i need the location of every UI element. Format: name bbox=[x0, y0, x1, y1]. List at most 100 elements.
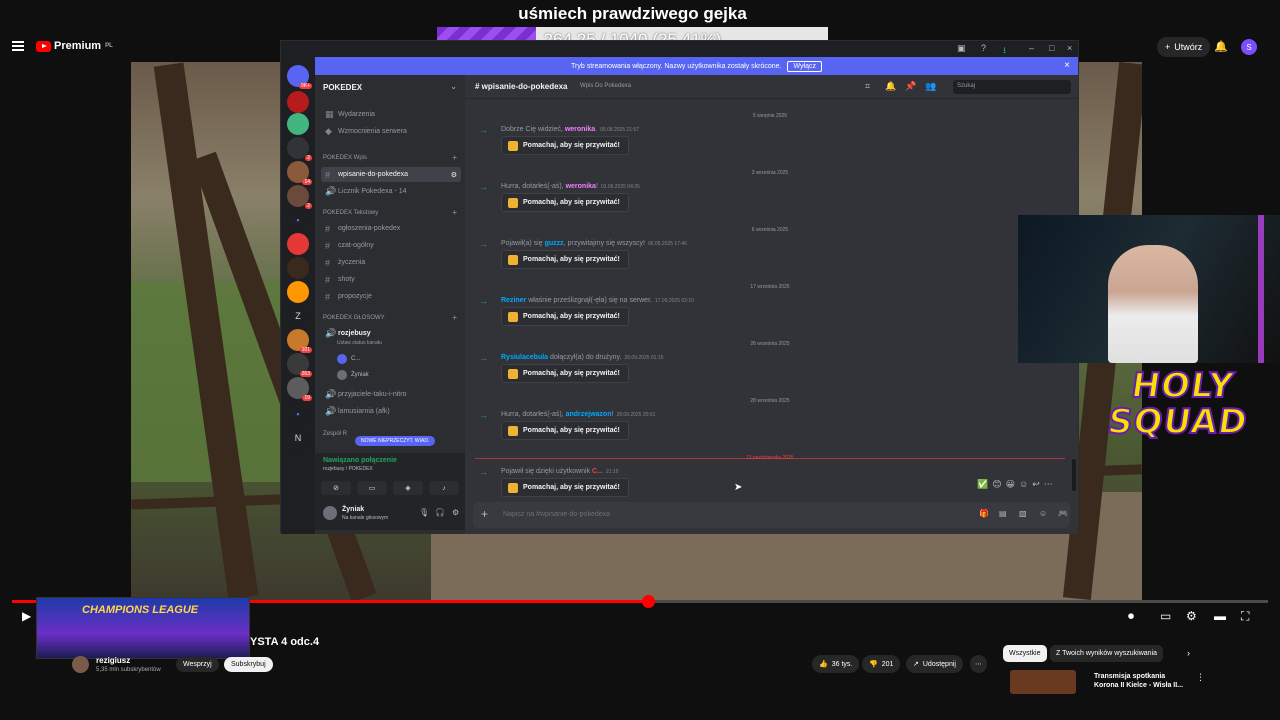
channel-name[interactable]: rezigiusz bbox=[96, 656, 130, 665]
server-icon[interactable]: 2 bbox=[287, 137, 312, 161]
search-input[interactable]: Szukaj bbox=[953, 80, 1071, 94]
youtube-logo[interactable]: Premium PL bbox=[36, 40, 113, 52]
disable-streamer-mode-button[interactable]: Wyłącz bbox=[787, 60, 822, 72]
mic-icon[interactable]: 🎙 bbox=[419, 508, 429, 517]
emoji-icon[interactable]: ☺ bbox=[1039, 509, 1047, 518]
pin-icon[interactable]: 📌 bbox=[905, 81, 916, 92]
settings-icon[interactable]: ⚙ bbox=[1186, 609, 1197, 623]
wave-button[interactable]: Pomachaj, aby się przywitać! bbox=[501, 421, 629, 440]
menu-icon[interactable] bbox=[12, 41, 24, 51]
members-icon[interactable]: 👥 bbox=[925, 81, 936, 92]
message-username[interactable]: andrzejwazon bbox=[566, 411, 612, 418]
wave-button[interactable]: Pomachaj, aby się przywitać! bbox=[501, 364, 629, 383]
category-wpis[interactable]: POKEDEX Wpis bbox=[323, 155, 367, 161]
new-unread-pill[interactable]: NOWE NIEPRZECZYT. WIAD. bbox=[355, 436, 436, 446]
server-icon[interactable] bbox=[287, 257, 309, 279]
sidebar-item-boosts[interactable]: ◆ Wzmocnienia serwera bbox=[321, 124, 461, 139]
server-icon[interactable] bbox=[287, 281, 309, 303]
wave-button[interactable]: Pomachaj, aby się przywitać! bbox=[501, 307, 629, 326]
server-n-icon[interactable]: N bbox=[287, 427, 309, 449]
threads-icon[interactable]: ⌗ bbox=[865, 81, 870, 92]
sidebar-item-events[interactable]: ▦ Wydarzenia bbox=[321, 107, 461, 122]
create-button[interactable]: + Utwórz bbox=[1157, 37, 1211, 57]
category-tekstowy[interactable]: POKEDEX Tekstowy bbox=[323, 210, 378, 216]
chip-from-search[interactable]: Z Twoich wyników wyszukiwania bbox=[1050, 645, 1164, 662]
channel-zyczenia[interactable]: # życzenia bbox=[321, 255, 461, 270]
dislike-button[interactable]: 👎 201 bbox=[862, 655, 901, 673]
camera-off-icon[interactable]: ⊘ bbox=[321, 481, 351, 495]
folder-icon[interactable]: ▪ bbox=[287, 209, 309, 231]
server-icon[interactable]: 19 bbox=[287, 377, 312, 401]
channel-czat[interactable]: # czat-ogólny bbox=[321, 238, 461, 253]
play-icon[interactable]: ▶ bbox=[22, 609, 31, 623]
wave-button[interactable]: Pomachaj, aby się przywitać! bbox=[501, 250, 629, 269]
reply-icon[interactable]: ↩ bbox=[1032, 479, 1040, 490]
wave-button[interactable]: Pomachaj, aby się przywitać! bbox=[501, 193, 629, 212]
account-avatar[interactable]: S bbox=[1241, 39, 1257, 55]
soundboard-icon[interactable]: ♪ bbox=[429, 481, 459, 495]
message-username[interactable]: C... bbox=[592, 468, 603, 475]
add-channel-icon[interactable]: + bbox=[452, 153, 457, 162]
help-icon[interactable]: ? bbox=[981, 43, 986, 53]
message-composer[interactable]: + Napisz na #wpisanie-do-pokedexa 🎁 ▤ ▧ … bbox=[473, 502, 1070, 528]
add-reaction-icon[interactable]: ☺ bbox=[1019, 479, 1028, 490]
server-icon[interactable] bbox=[287, 113, 309, 135]
voice-user[interactable]: C... bbox=[337, 354, 360, 364]
share-button[interactable]: ↗ Udostępnij bbox=[906, 655, 963, 673]
add-channel-icon[interactable]: + bbox=[452, 208, 457, 217]
gear-icon[interactable]: ⚙ bbox=[452, 508, 459, 517]
scrollbar[interactable] bbox=[1072, 459, 1076, 491]
message-username[interactable]: weronika bbox=[566, 183, 596, 190]
server-z-icon[interactable]: Z bbox=[287, 305, 309, 327]
bell-icon[interactable]: 🔔 bbox=[885, 81, 896, 92]
subtitles-icon[interactable]: ▭ bbox=[1160, 609, 1171, 623]
message-username[interactable]: Rysiulacebula bbox=[501, 354, 548, 361]
emoji-reaction-icon[interactable]: 😀 bbox=[1006, 479, 1015, 490]
category-glosowy[interactable]: POKEDEX GŁOSOWY bbox=[323, 315, 385, 321]
fullscreen-icon[interactable]: ⛶ bbox=[1241, 609, 1249, 624]
server-icon[interactable]: 101 bbox=[287, 329, 312, 353]
voice-connected-status[interactable]: Nawiązano połączenie bbox=[323, 457, 397, 464]
attach-plus-icon[interactable]: + bbox=[481, 507, 488, 521]
check-reaction-icon[interactable]: ✅ bbox=[977, 479, 988, 490]
recommended-thumbnail[interactable] bbox=[1010, 670, 1076, 694]
server-icon[interactable]: 9K+ bbox=[287, 65, 312, 89]
channel-wpisanie[interactable]: # wpisanie-do-pokedexa ⚙ bbox=[321, 167, 461, 182]
server-icon[interactable]: 14 bbox=[287, 161, 312, 185]
activities-icon[interactable]: ◈ bbox=[393, 481, 423, 495]
message-username[interactable]: guzzz bbox=[545, 240, 564, 247]
apps-icon[interactable]: 🎮 bbox=[1058, 509, 1068, 518]
gift-icon[interactable]: 🎁 bbox=[979, 509, 989, 518]
avatar[interactable] bbox=[323, 506, 337, 520]
gif-icon[interactable]: ▤ bbox=[999, 509, 1007, 518]
recommended-title[interactable]: Transmisja spotkania Korona II Kielce - W… bbox=[1094, 672, 1183, 690]
sticker-icon[interactable]: ▧ bbox=[1019, 509, 1027, 518]
server-icon[interactable]: 2 bbox=[287, 185, 312, 209]
settings-icon[interactable]: ⚙ bbox=[451, 171, 457, 179]
channel-licznik[interactable]: 🔊 Licznik Pokedexa - 14 bbox=[321, 184, 461, 199]
bell-icon[interactable]: 🔔 bbox=[1214, 40, 1228, 53]
message-username[interactable]: Reziner bbox=[501, 297, 526, 304]
banner-close-icon[interactable]: × bbox=[1064, 60, 1070, 71]
emoji-reaction-icon[interactable]: 😊 bbox=[992, 479, 1001, 490]
more-icon[interactable]: ⋯ bbox=[1044, 479, 1053, 490]
voice-channel-afk[interactable]: 🔊 lamusiarnia (afk) bbox=[321, 404, 461, 419]
voice-channel-rozjebusy[interactable]: 🔊 rozjebusy bbox=[321, 326, 461, 341]
message-username[interactable]: weronika bbox=[565, 126, 595, 133]
channel-ogloszenia[interactable]: # ogłoszenia-pokedex bbox=[321, 221, 461, 236]
autoplay-toggle[interactable]: ⏺ bbox=[1128, 609, 1134, 624]
add-channel-icon[interactable]: + bbox=[452, 313, 457, 322]
voice-channel-przyjaciele[interactable]: 🔊 przyjaciele-taku-i-nitro bbox=[321, 387, 461, 402]
headphones-icon[interactable]: 🎧 bbox=[435, 508, 445, 517]
folder-icon[interactable]: ▪ bbox=[287, 403, 309, 425]
screen-share-icon[interactable]: ▭ bbox=[357, 481, 387, 495]
close-icon[interactable]: × bbox=[1067, 43, 1072, 53]
server-icon[interactable] bbox=[287, 91, 309, 113]
channel-avatar[interactable] bbox=[72, 656, 89, 673]
progress-scrubber[interactable] bbox=[641, 595, 655, 608]
category-zespol[interactable]: Zespół R bbox=[323, 431, 347, 437]
inbox-icon[interactable]: ▣ bbox=[957, 43, 966, 54]
chevron-down-icon[interactable]: ⌄ bbox=[450, 82, 457, 91]
subscribe-button[interactable]: Subskrybuj bbox=[224, 657, 273, 672]
voice-user[interactable]: Żyniak bbox=[337, 370, 369, 380]
